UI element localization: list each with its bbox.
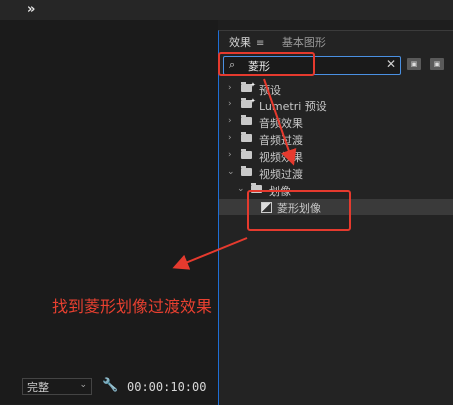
annotation-arrow-left xyxy=(172,237,248,270)
annotation-caption: 找到菱形划像过渡效果 xyxy=(52,297,213,316)
annotation-arrow-down xyxy=(263,78,297,166)
annotation-arrows xyxy=(172,78,297,270)
